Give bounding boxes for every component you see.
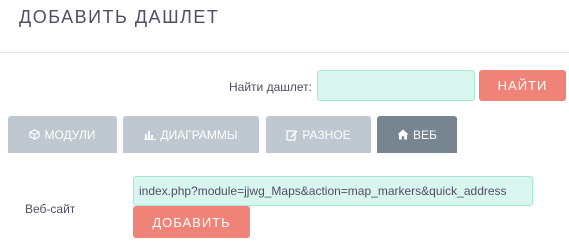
tab-misc[interactable]: РАЗНОЕ [266,116,371,153]
tab-modules[interactable]: МОДУЛИ [8,116,117,153]
dialog-title: ДОБАВИТЬ ДАШЛЕТ [19,7,220,27]
website-url-input[interactable] [133,176,533,206]
bar-chart-icon [144,129,157,140]
title-divider [0,52,569,53]
website-label: Веб-сайт [25,202,76,216]
tab-modules-label: МОДУЛИ [44,127,96,142]
tab-web[interactable]: ВЕБ [377,116,457,153]
search-dashlet-input[interactable] [317,70,475,101]
tab-misc-label: РАЗНОЕ [302,127,351,142]
tab-charts[interactable]: ДИАГРАММЫ [123,116,259,153]
edit-icon [286,129,298,141]
add-button[interactable]: ДОБАВИТЬ [133,206,250,238]
cube-icon [29,129,41,140]
search-label: Найти дашлет: [229,80,312,94]
tab-charts-label: ДИАГРАММЫ [160,127,238,142]
home-icon [397,129,409,140]
tab-web-label: ВЕБ [413,127,437,142]
search-button[interactable]: НАЙТИ [479,70,566,101]
